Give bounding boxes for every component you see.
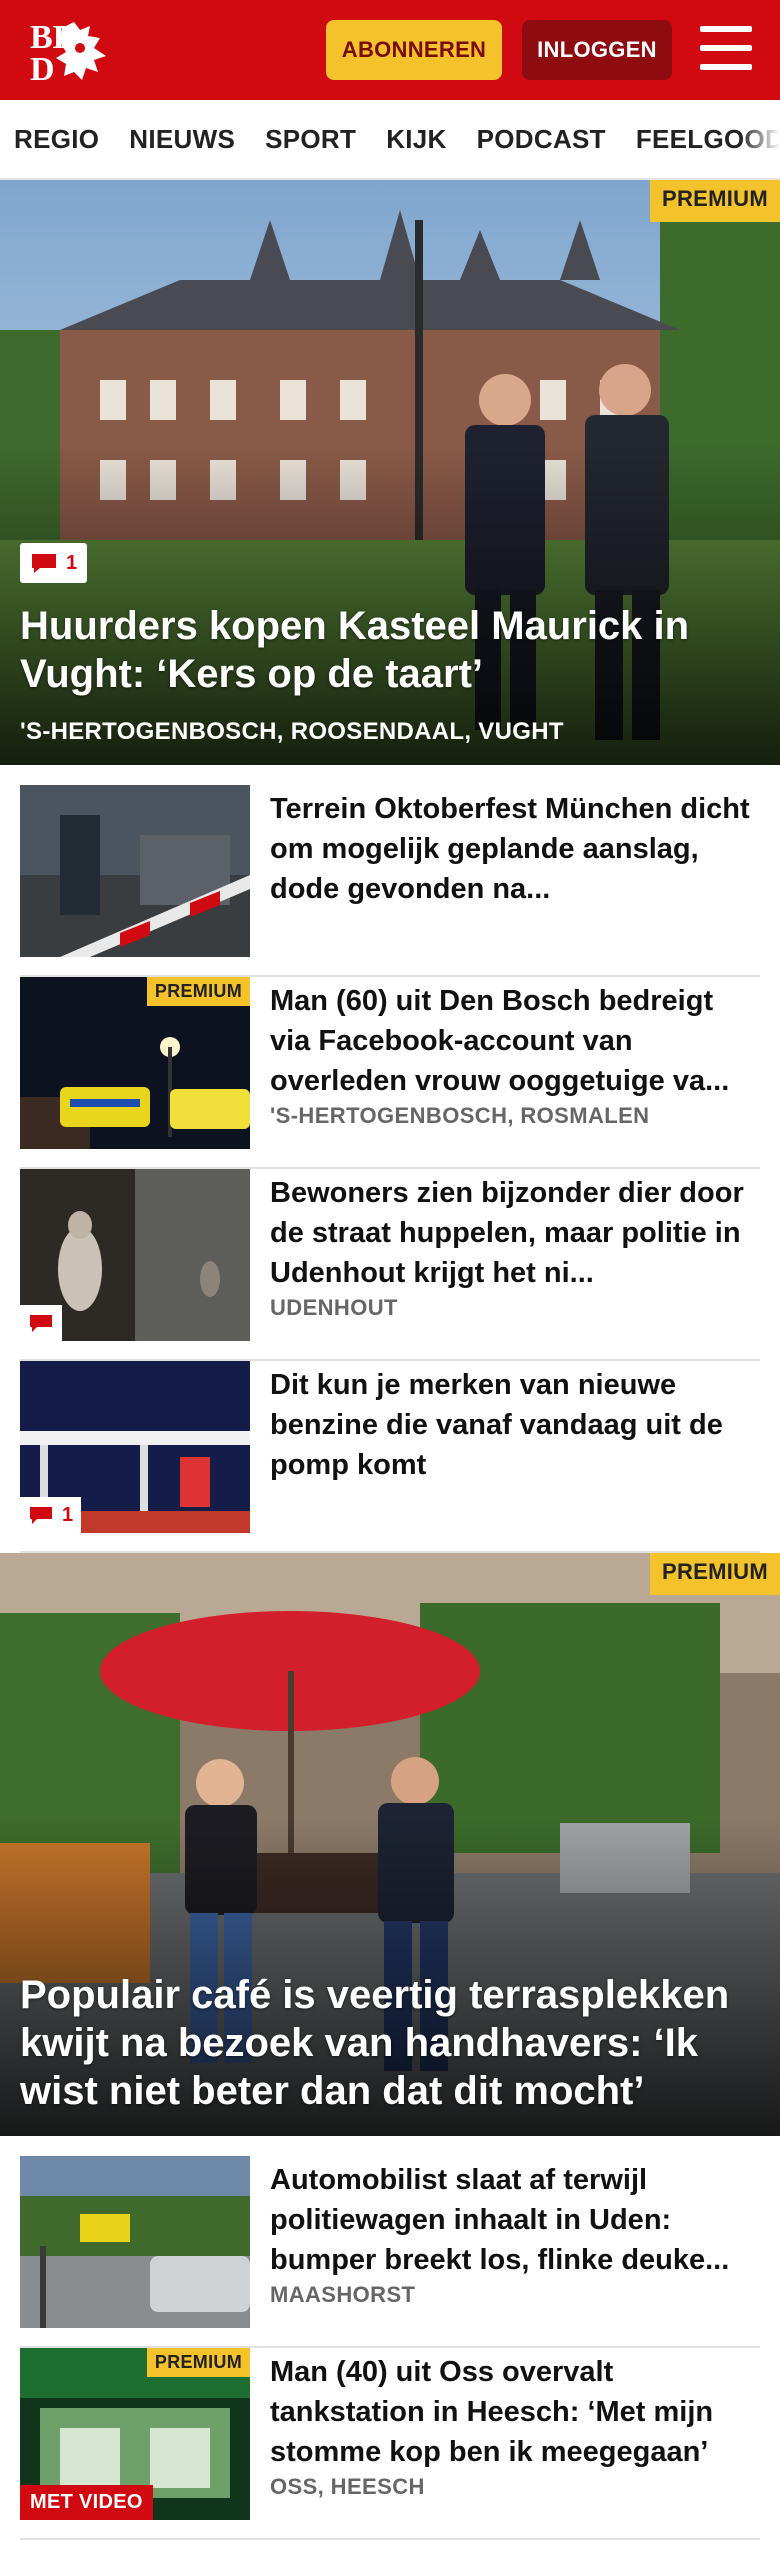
article-location: 'S-HERTOGENBOSCH, ROSMALEN: [270, 1103, 650, 1128]
comment-count-badge[interactable]: 1: [20, 543, 88, 583]
premium-badge: PREMIUM: [146, 2348, 250, 2377]
list-item[interactable]: PREMIUM Man (60) uit Den Bosch bedreigt …: [20, 977, 760, 1169]
article-title[interactable]: Man (40) uit Oss overvalt tankstation in…: [270, 2352, 756, 2472]
svg-text:D: D: [30, 51, 55, 84]
comment-count-badge[interactable]: 1: [20, 1497, 82, 1533]
hero-title[interactable]: Huurders kopen Kasteel Maurick in Vught:…: [20, 602, 750, 698]
article-location: MAASHORST: [270, 2282, 416, 2307]
list-item[interactable]: Bewoners zien bijzonder dier door de str…: [20, 1169, 760, 1361]
nav-fade: [740, 100, 780, 178]
bd-logo-icon[interactable]: BD D: [28, 18, 114, 88]
article-thumbnail: [20, 785, 250, 957]
nav-item-sport[interactable]: SPORT: [265, 124, 356, 155]
article-title[interactable]: Dit kun je merken van nieuwe benzine die…: [270, 1365, 756, 1485]
hamburger-menu-icon[interactable]: [700, 26, 752, 70]
article-thumbnail: PREMIUM MET VIDEO: [20, 2348, 250, 2520]
article-location: OSS, HEESCH: [270, 2474, 425, 2499]
nav-item-podcast[interactable]: PODCAST: [477, 124, 606, 155]
article-thumbnail: [20, 2156, 250, 2328]
comment-count: 1: [66, 551, 78, 574]
article-thumbnail: 1: [20, 1361, 250, 1533]
login-button[interactable]: INLOGGEN: [522, 20, 672, 80]
video-badge[interactable]: MET VIDEO: [20, 2485, 153, 2520]
article-location: UDENHOUT: [270, 1295, 398, 1320]
article-title[interactable]: Man (60) uit Den Bosch bedreigt via Face…: [270, 981, 756, 1101]
comment-count-badge[interactable]: [20, 1305, 62, 1341]
list-item[interactable]: 1 Dit kun je merken van nieuwe benzine d…: [20, 1361, 760, 1553]
hero-title[interactable]: Populair café is veertig terrasplekken k…: [20, 1971, 750, 2115]
premium-badge: PREMIUM: [650, 180, 780, 222]
comment-icon: [30, 1507, 52, 1524]
nav-item-nieuws[interactable]: NIEUWS: [129, 124, 235, 155]
article-title[interactable]: Automobilist slaat af terwijl politiewag…: [270, 2160, 756, 2280]
article-thumbnail: [20, 1169, 250, 1341]
comment-count: 1: [62, 1503, 74, 1526]
nav-item-kijk[interactable]: KIJK: [386, 124, 446, 155]
section-nav: REGIO NIEUWS SPORT KIJK PODCAST FEELGOOD: [0, 100, 780, 180]
list-item[interactable]: Terrein Oktoberfest München dicht om mog…: [20, 785, 760, 977]
site-header: BD D ABONNEREN INLOGGEN: [0, 0, 780, 100]
article-title[interactable]: Bewoners zien bijzonder dier door de str…: [270, 1173, 756, 1293]
hero-article-kasteel[interactable]: PREMIUM 1 Huurders kopen Kasteel Maurick…: [0, 180, 780, 765]
hero-locations: 'S-HERTOGENBOSCH, ROOSENDAAL, VUGHT: [20, 718, 564, 745]
list-item[interactable]: PREMIUM MET VIDEO Man (40) uit Oss overv…: [20, 2348, 760, 2540]
article-thumbnail: PREMIUM: [20, 977, 250, 1149]
nav-item-regio[interactable]: REGIO: [14, 124, 99, 155]
premium-badge: PREMIUM: [146, 977, 250, 1006]
article-title[interactable]: Terrein Oktoberfest München dicht om mog…: [270, 789, 756, 909]
hero-article-cafe[interactable]: PREMIUM Populair café is veertig terrasp…: [0, 1553, 780, 2136]
list-item[interactable]: Automobilist slaat af terwijl politiewag…: [20, 2156, 760, 2348]
comment-icon: [30, 1315, 52, 1332]
subscribe-button[interactable]: ABONNEREN: [326, 20, 502, 80]
comment-icon: [32, 554, 56, 573]
premium-badge: PREMIUM: [650, 1553, 780, 1595]
